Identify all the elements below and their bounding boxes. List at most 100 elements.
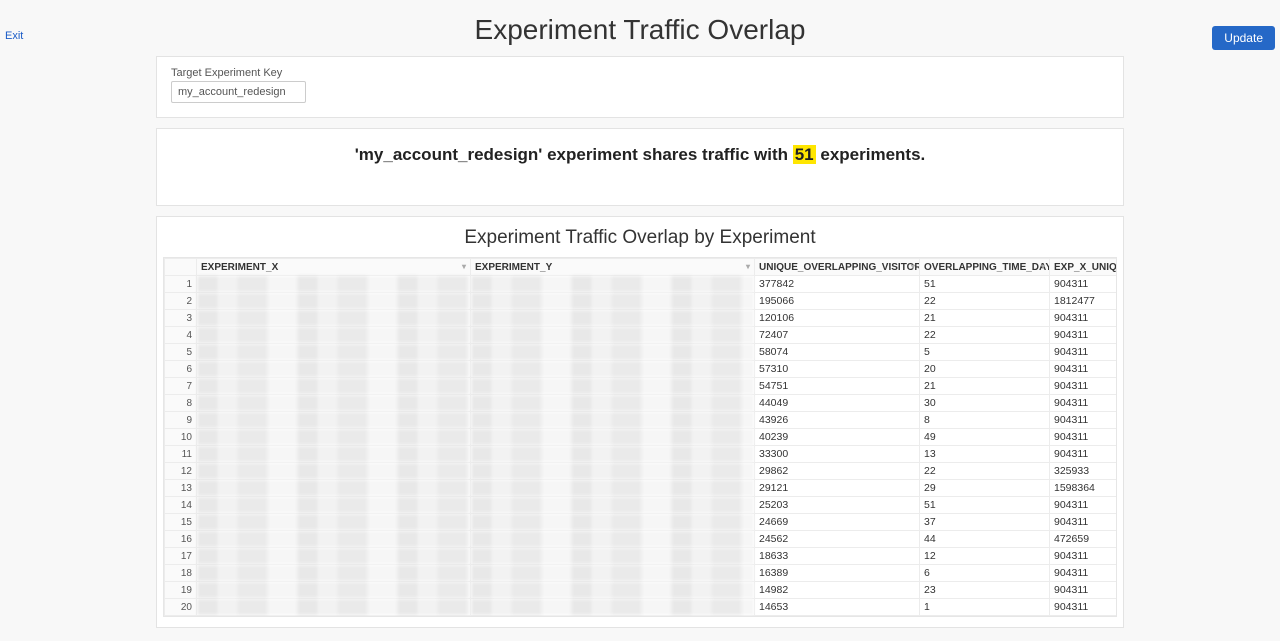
row-index: 3 xyxy=(165,310,197,327)
summary-text: 'my_account_redesign' experiment shares … xyxy=(355,145,926,164)
exit-link[interactable]: Exit xyxy=(5,30,23,42)
cell-overlapping-time-days: 12 xyxy=(920,548,1050,565)
sort-icon: ▾ xyxy=(746,262,750,271)
cell-overlapping-time-days: 51 xyxy=(920,497,1050,514)
cell-overlapping-time-days: 30 xyxy=(920,395,1050,412)
cell-experiment-y xyxy=(471,531,755,548)
cell-exp-x-unique: 904311 xyxy=(1050,310,1118,327)
cell-exp-x-unique: 904311 xyxy=(1050,327,1118,344)
cell-experiment-y xyxy=(471,548,755,565)
cell-experiment-y xyxy=(471,378,755,395)
row-index: 15 xyxy=(165,514,197,531)
cell-experiment-x xyxy=(197,599,471,616)
table-row[interactable]: 75475121904311 xyxy=(165,378,1118,395)
page-title: Experiment Traffic Overlap xyxy=(0,14,1280,46)
table-row[interactable]: 312010621904311 xyxy=(165,310,1118,327)
table-row[interactable]: 113330013904311 xyxy=(165,446,1118,463)
col-header-index[interactable] xyxy=(165,259,197,276)
col-header-experiment-x[interactable]: EXPERIMENT_X ▾ xyxy=(197,259,471,276)
target-experiment-key-input[interactable] xyxy=(171,81,306,103)
cell-experiment-y xyxy=(471,293,755,310)
cell-experiment-y xyxy=(471,310,755,327)
summary-suffix: experiments. xyxy=(816,145,926,164)
sort-icon: ▾ xyxy=(1041,262,1045,271)
cell-overlapping-time-days: 20 xyxy=(920,361,1050,378)
summary-count: 51 xyxy=(793,145,816,164)
cell-unique-overlapping-visitors: 43926 xyxy=(755,412,920,429)
cell-unique-overlapping-visitors: 29121 xyxy=(755,480,920,497)
cell-overlapping-time-days: 29 xyxy=(920,480,1050,497)
sort-icon: ▾ xyxy=(462,262,466,271)
row-index: 20 xyxy=(165,599,197,616)
cell-overlapping-time-days: 22 xyxy=(920,463,1050,480)
cell-experiment-y xyxy=(471,412,755,429)
table-row[interactable]: 47240722904311 xyxy=(165,327,1118,344)
cell-overlapping-time-days: 5 xyxy=(920,344,1050,361)
cell-unique-overlapping-visitors: 40239 xyxy=(755,429,920,446)
table-row[interactable]: 2195066221812477 xyxy=(165,293,1118,310)
table-row[interactable]: 65731020904311 xyxy=(165,361,1118,378)
cell-experiment-y xyxy=(471,344,755,361)
cell-experiment-y xyxy=(471,361,755,378)
table-row[interactable]: 20146531904311 xyxy=(165,599,1118,616)
row-index: 5 xyxy=(165,344,197,361)
row-index: 19 xyxy=(165,582,197,599)
update-button[interactable]: Update xyxy=(1212,26,1275,50)
cell-experiment-y xyxy=(471,446,755,463)
cell-overlapping-time-days: 6 xyxy=(920,565,1050,582)
table-row[interactable]: 18163896904311 xyxy=(165,565,1118,582)
table-row[interactable]: 104023949904311 xyxy=(165,429,1118,446)
col-header-exp-x-unique[interactable]: EXP_X_UNIQU xyxy=(1050,259,1118,276)
cell-experiment-y xyxy=(471,395,755,412)
cell-exp-x-unique: 904311 xyxy=(1050,514,1118,531)
cell-experiment-x xyxy=(197,378,471,395)
table-row[interactable]: 137784251904311 xyxy=(165,276,1118,293)
cell-experiment-x xyxy=(197,276,471,293)
cell-unique-overlapping-visitors: 14653 xyxy=(755,599,920,616)
cell-exp-x-unique: 1598364 xyxy=(1050,480,1118,497)
col-header-exu-label: EXP_X_UNIQU xyxy=(1054,262,1117,273)
row-index: 8 xyxy=(165,395,197,412)
row-index: 2 xyxy=(165,293,197,310)
table-row[interactable]: 171863312904311 xyxy=(165,548,1118,565)
col-header-experiment-y-label: EXPERIMENT_Y xyxy=(475,262,552,273)
row-index: 13 xyxy=(165,480,197,497)
row-index: 14 xyxy=(165,497,197,514)
table-row[interactable]: 191498223904311 xyxy=(165,582,1118,599)
cell-exp-x-unique: 904311 xyxy=(1050,429,1118,446)
summary-panel: 'my_account_redesign' experiment shares … xyxy=(156,128,1124,206)
cell-exp-x-unique: 904311 xyxy=(1050,446,1118,463)
table-row[interactable]: 152466937904311 xyxy=(165,514,1118,531)
cell-unique-overlapping-visitors: 29862 xyxy=(755,463,920,480)
col-header-experiment-y[interactable]: EXPERIMENT_Y ▾ xyxy=(471,259,755,276)
col-header-unique-overlapping-visitors[interactable]: UNIQUE_OVERLAPPING_VISITORS ▾ xyxy=(755,259,920,276)
table-row[interactable]: 84404930904311 xyxy=(165,395,1118,412)
cell-unique-overlapping-visitors: 195066 xyxy=(755,293,920,310)
cell-experiment-y xyxy=(471,582,755,599)
cell-experiment-x xyxy=(197,361,471,378)
cell-exp-x-unique: 904311 xyxy=(1050,548,1118,565)
cell-experiment-x xyxy=(197,548,471,565)
overlap-table: EXPERIMENT_X ▾ EXPERIMENT_Y ▾ UNIQUE_OVE… xyxy=(164,258,1117,616)
cell-experiment-y xyxy=(471,599,755,616)
cell-overlapping-time-days: 23 xyxy=(920,582,1050,599)
cell-unique-overlapping-visitors: 377842 xyxy=(755,276,920,293)
table-header-row: EXPERIMENT_X ▾ EXPERIMENT_Y ▾ UNIQUE_OVE… xyxy=(165,259,1118,276)
cell-unique-overlapping-visitors: 120106 xyxy=(755,310,920,327)
table-row[interactable]: 122986222325933 xyxy=(165,463,1118,480)
cell-experiment-x xyxy=(197,565,471,582)
row-index: 1 xyxy=(165,276,197,293)
row-index: 17 xyxy=(165,548,197,565)
cell-experiment-y xyxy=(471,514,755,531)
table-row[interactable]: 13 29121291598364 xyxy=(165,480,1118,497)
table-row[interactable]: 142520351904311 xyxy=(165,497,1118,514)
cell-experiment-x xyxy=(197,310,471,327)
table-row[interactable]: 9439268904311 xyxy=(165,412,1118,429)
cell-experiment-x xyxy=(197,344,471,361)
table-row[interactable]: 5580745904311 xyxy=(165,344,1118,361)
table-row[interactable]: 162456244472659 xyxy=(165,531,1118,548)
cell-overlapping-time-days: 22 xyxy=(920,293,1050,310)
cell-experiment-x xyxy=(197,582,471,599)
cell-experiment-y xyxy=(471,276,755,293)
col-header-overlapping-time-days[interactable]: OVERLAPPING_TIME_DAYS ▾ xyxy=(920,259,1050,276)
